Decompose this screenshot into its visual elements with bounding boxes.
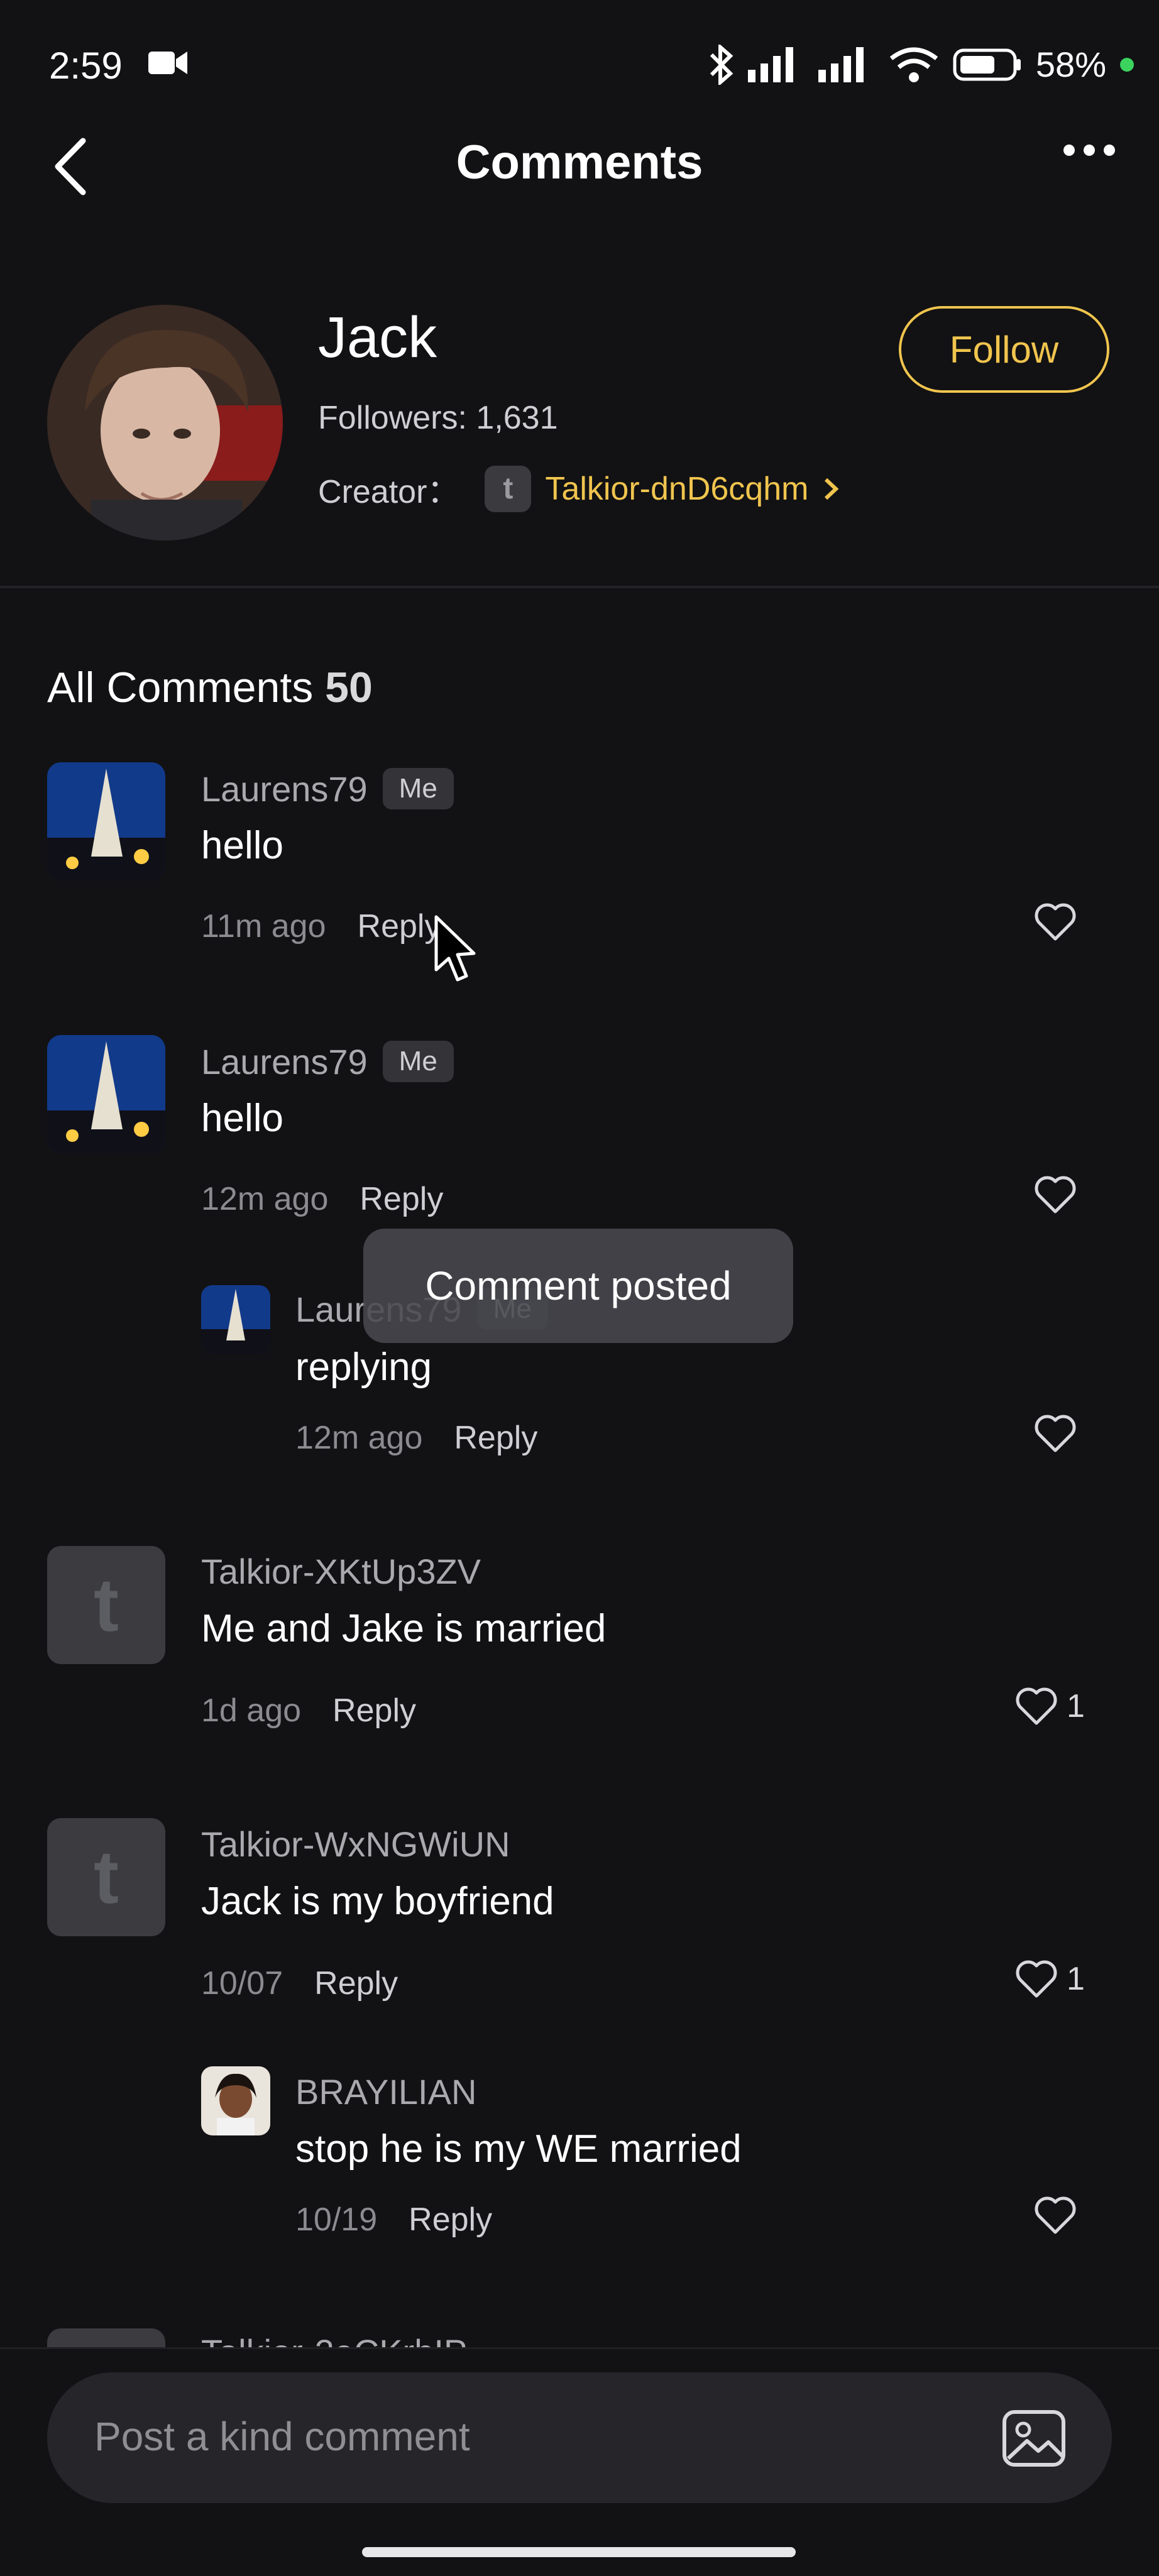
- heart-icon: [1035, 1415, 1076, 1452]
- comments-count: 50: [325, 664, 373, 711]
- creator-row[interactable]: Creator： t Talkior-dnD6cqhm: [318, 465, 843, 512]
- like-button[interactable]: [1034, 2196, 1077, 2235]
- default-avatar-icon[interactable]: t: [47, 1546, 165, 1664]
- username-text[interactable]: Talkior-XKtUp3ZV: [201, 1551, 481, 1592]
- creator-logo-icon: t: [485, 465, 532, 512]
- username-text[interactable]: BRAYILIAN: [295, 2071, 476, 2112]
- charging-dot-icon: [1120, 57, 1134, 72]
- comment-text: Me and Jake is married: [201, 1607, 607, 1650]
- comment-username[interactable]: Talkior-WxNGWiUN: [201, 1824, 510, 1865]
- reply-button[interactable]: Reply: [360, 1180, 443, 1218]
- reply-button[interactable]: Reply: [358, 907, 441, 945]
- username-text[interactable]: Talkior-WxNGWiUN: [201, 1824, 510, 1865]
- commenter-avatar[interactable]: [47, 762, 165, 880]
- profile-avatar[interactable]: [47, 305, 283, 540]
- like-count: 1: [1067, 1688, 1085, 1724]
- default-avatar-icon[interactable]: t: [47, 1818, 165, 1936]
- reply-button[interactable]: Reply: [454, 1419, 537, 1457]
- mouse-cursor-icon: [434, 914, 478, 987]
- comment-input-placeholder[interactable]: Post a kind comment: [47, 2413, 849, 2460]
- heart-icon: [1035, 903, 1076, 941]
- wifi-icon: [889, 47, 938, 82]
- comment-username[interactable]: BRAYILIAN: [295, 2071, 476, 2112]
- creator-link[interactable]: Talkior-dnD6cqhm: [545, 470, 808, 508]
- followers-count: Followers: 1,631: [318, 400, 558, 436]
- commenter-avatar[interactable]: [201, 1285, 270, 1354]
- home-indicator[interactable]: [362, 2547, 796, 2557]
- page-title: Comments: [456, 136, 703, 189]
- comment-text: stop he is my WE married: [295, 2127, 742, 2171]
- comment-meta: 10/19 Reply: [295, 2201, 492, 2239]
- like-count: 1: [1067, 1961, 1085, 1997]
- more-options-button[interactable]: [1063, 145, 1115, 156]
- image-icon: [1002, 2410, 1065, 2467]
- comment-text: Jack is my boyfriend: [201, 1880, 554, 1923]
- comment-meta: 11m ago Reply: [201, 907, 441, 945]
- reply-button[interactable]: Reply: [409, 2201, 492, 2239]
- me-badge: Me: [382, 768, 454, 809]
- comment-time: 12m ago: [295, 1420, 423, 1456]
- like-button[interactable]: 1: [1015, 1959, 1085, 1998]
- heart-icon: [1016, 1687, 1057, 1725]
- follow-button[interactable]: Follow: [899, 306, 1109, 393]
- divider: [0, 586, 1159, 588]
- heart-icon: [1035, 1176, 1076, 1214]
- commenter-avatar[interactable]: [47, 1035, 165, 1153]
- username-text[interactable]: Laurens79: [201, 1041, 368, 1082]
- like-button[interactable]: [1034, 902, 1077, 941]
- reply-button[interactable]: Reply: [332, 1692, 416, 1729]
- heart-icon: [1035, 2196, 1076, 2234]
- chevron-right-icon: [825, 478, 839, 500]
- comment-text: hello: [201, 824, 283, 867]
- comments-title: All Comments: [47, 664, 314, 711]
- signal-icon: [747, 47, 793, 82]
- comments-heading: All Comments 50: [47, 663, 373, 712]
- comment-username[interactable]: Laurens79 Me: [201, 768, 454, 809]
- reply-button[interactable]: Reply: [314, 1965, 398, 2002]
- comment-meta: 12m ago Reply: [201, 1180, 443, 1218]
- like-button[interactable]: [1034, 1175, 1077, 1214]
- battery-percent: 58%: [1035, 45, 1106, 84]
- status-time: 2:59: [49, 45, 123, 87]
- like-button[interactable]: [1034, 1414, 1077, 1453]
- creator-label: Creator：: [318, 474, 460, 510]
- signal-icon-2: [818, 47, 864, 82]
- profile-name: Jack: [318, 305, 437, 370]
- comment-time: 10/19: [295, 2201, 378, 2238]
- comment-time: 12m ago: [201, 1181, 329, 1217]
- comment-username[interactable]: Talkior-XKtUp3ZV: [201, 1551, 481, 1592]
- heart-icon: [1016, 1960, 1057, 1998]
- comment-meta: 12m ago Reply: [295, 1419, 537, 1457]
- comment-meta: 1d ago Reply: [201, 1692, 416, 1729]
- status-icons: 58%: [709, 44, 1134, 85]
- like-button[interactable]: 1: [1015, 1687, 1085, 1726]
- comment-username[interactable]: Laurens79 Me: [201, 1041, 454, 1082]
- battery-icon: [953, 48, 1021, 80]
- username-text[interactable]: Laurens79: [201, 769, 368, 809]
- toast-notification: Comment posted: [363, 1229, 793, 1343]
- image-upload-button[interactable]: [999, 2407, 1068, 2470]
- commenter-avatar[interactable]: [201, 2066, 270, 2135]
- comment-meta: 10/07 Reply: [201, 1965, 398, 2002]
- video-camera-icon: [148, 49, 187, 80]
- comment-time: 11m ago: [201, 908, 326, 945]
- comment-text: hello: [201, 1097, 283, 1140]
- bluetooth-icon: [710, 44, 733, 85]
- comment-text: replying: [295, 1346, 432, 1389]
- me-badge: Me: [382, 1041, 454, 1082]
- comment-time: 10/07: [201, 1965, 283, 2002]
- comment-time: 1d ago: [201, 1692, 302, 1729]
